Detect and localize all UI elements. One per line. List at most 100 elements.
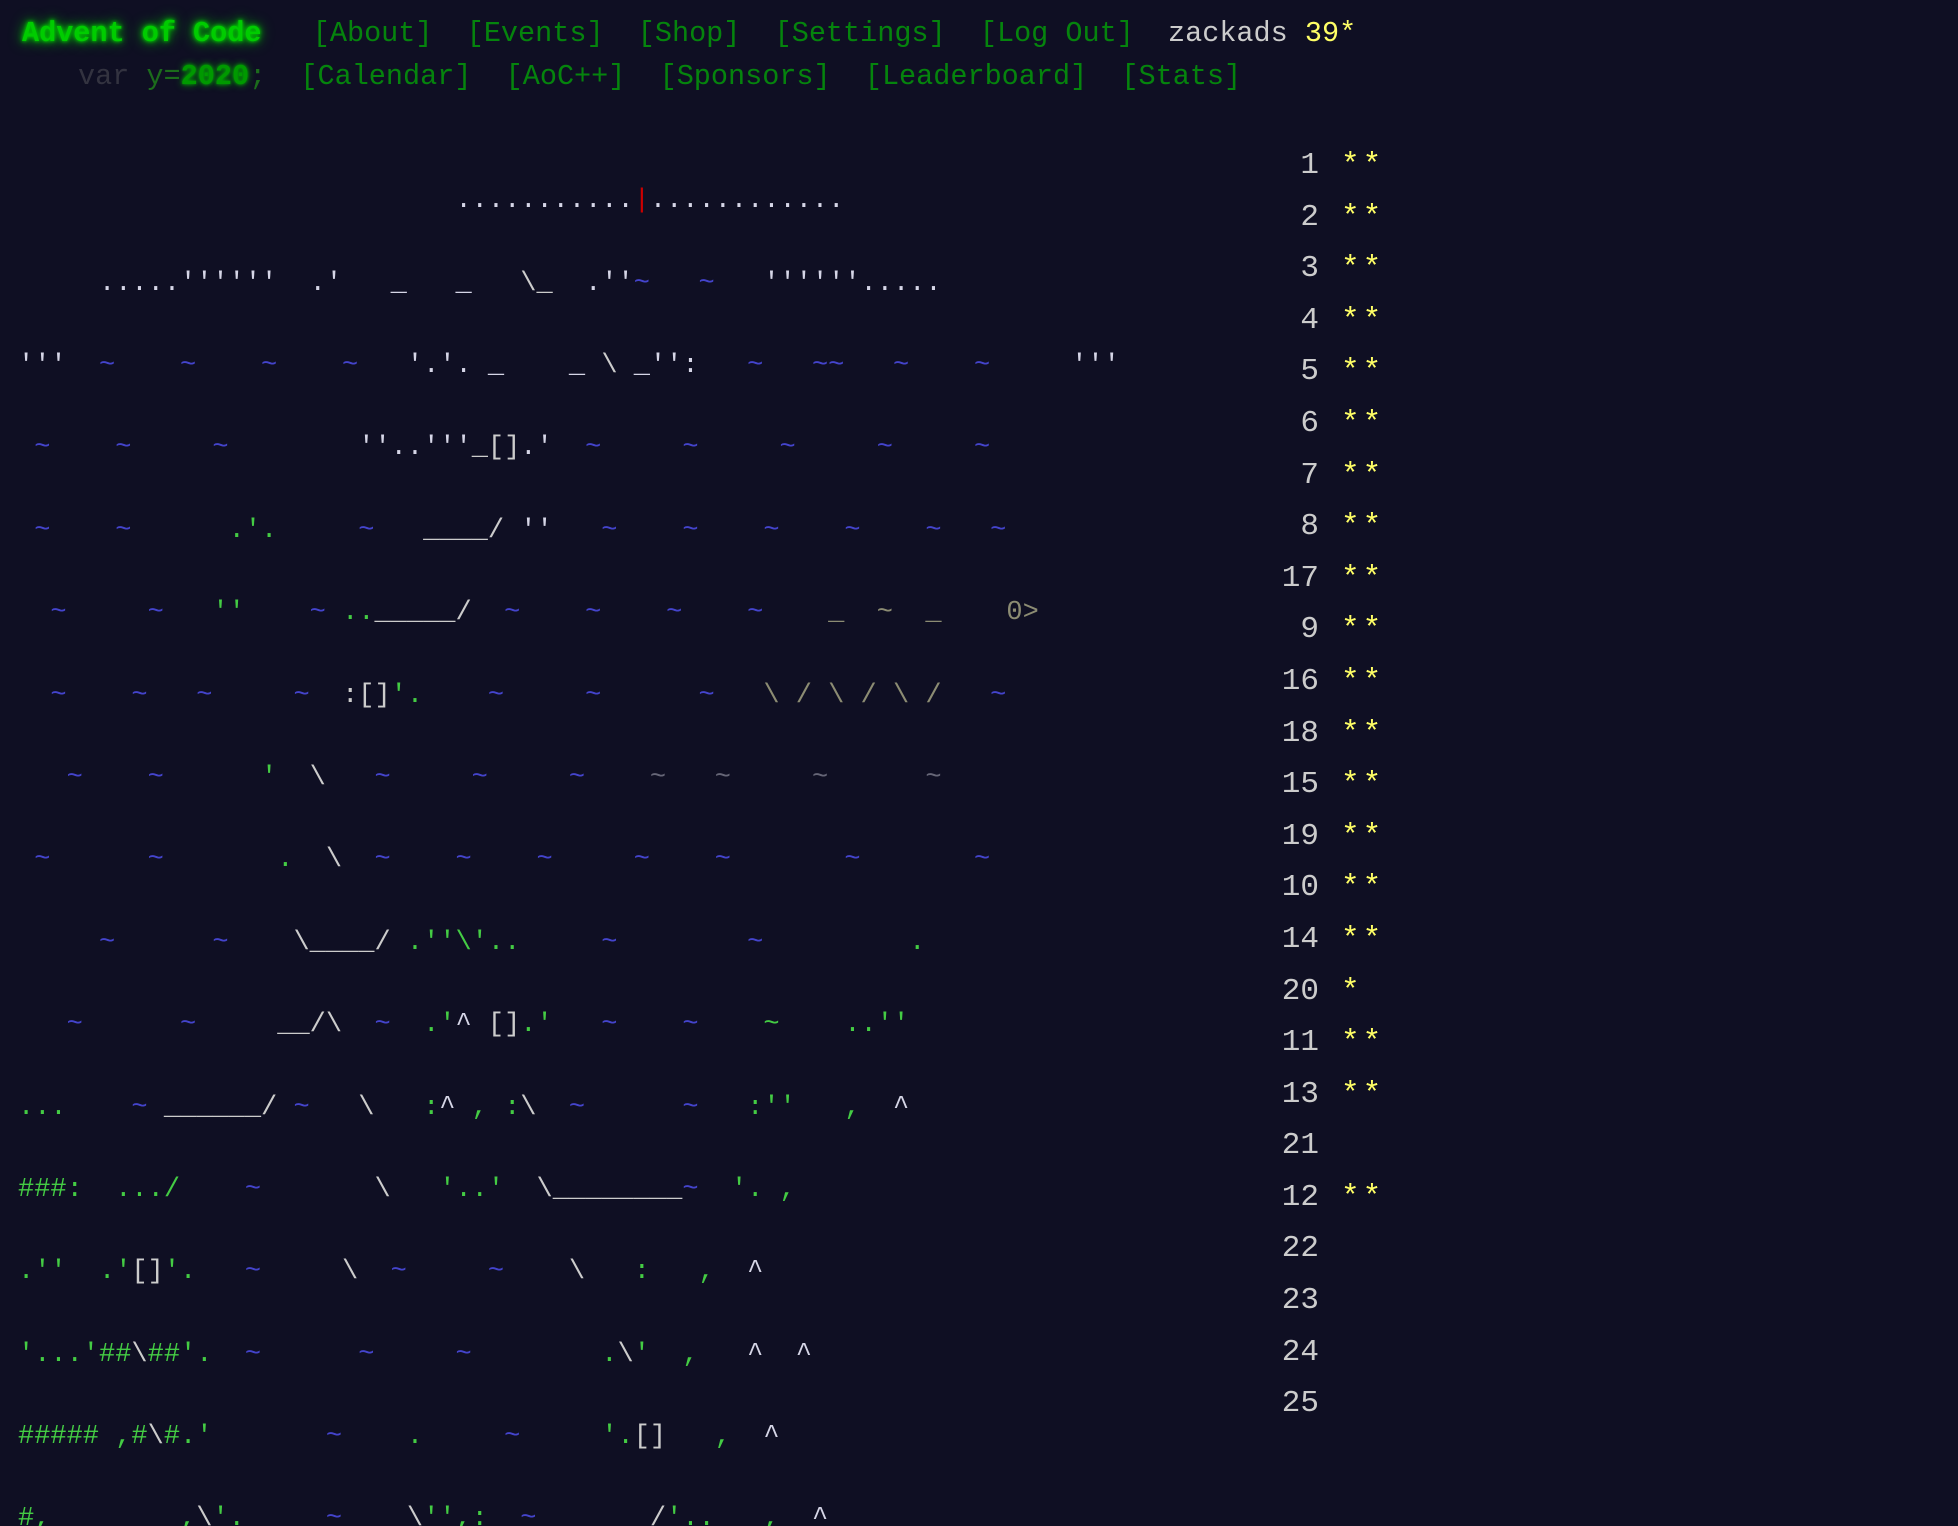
calendar-day-10[interactable]: 10 ** bbox=[1255, 862, 1655, 914]
day-number: 17 bbox=[1281, 560, 1319, 596]
semicolon: ; bbox=[249, 60, 267, 93]
day-number: 11 bbox=[1281, 1025, 1319, 1061]
nav-events[interactable]: [Events] bbox=[467, 12, 604, 55]
calendar-day-4[interactable]: 4 ** bbox=[1255, 295, 1655, 347]
day-stars: ** bbox=[1341, 405, 1385, 441]
art-row: ... ~ ______/ ~ \ :^ , :\ ~ ~ :'' , ^ bbox=[18, 1092, 910, 1123]
day-stars bbox=[1319, 1386, 1341, 1421]
art-row: ~ ~ .'. ~ ____/ '' ~ ~ ~ ~ ~ ~ bbox=[18, 515, 1007, 546]
day-number: 25 bbox=[1281, 1386, 1319, 1422]
art-row: .'' .'[]'. ~ \ ~ ~ \ : , ^ bbox=[18, 1257, 764, 1288]
nav-about[interactable]: [About] bbox=[313, 12, 433, 55]
day-number: 21 bbox=[1281, 1128, 1319, 1164]
calendar-day-20[interactable]: 20 * bbox=[1255, 966, 1655, 1018]
day-number: 2 bbox=[1300, 199, 1319, 235]
user-name: zackads bbox=[1168, 17, 1288, 50]
day-stars: ** bbox=[1341, 199, 1385, 235]
nav-settings[interactable]: [Settings] bbox=[775, 12, 946, 55]
year-variable: y= bbox=[146, 60, 181, 93]
day-stars: * bbox=[1341, 973, 1363, 1009]
calendar-day-23[interactable]: 23 bbox=[1255, 1275, 1655, 1327]
art-row: ###: .../ ~ \ '..' \________~ '. , bbox=[18, 1174, 796, 1205]
day-stars: ** bbox=[1341, 663, 1385, 699]
day-stars: ** bbox=[1341, 302, 1385, 338]
nav-sponsors[interactable]: [Sponsors] bbox=[660, 55, 831, 98]
day-stars: ** bbox=[1341, 715, 1385, 751]
day-stars: ** bbox=[1341, 251, 1385, 287]
nav-aocpp[interactable]: [AoC++] bbox=[506, 55, 626, 98]
art-row: ~ ~ ' \ ~ ~ ~ ~ ~ ~ ~ bbox=[18, 762, 942, 793]
day-number: 23 bbox=[1281, 1283, 1319, 1319]
calendar-day-5[interactable]: 5 ** bbox=[1255, 346, 1655, 398]
art-row: ##### ,#\#.' ~ . ~ '.[] , ^ bbox=[18, 1422, 780, 1453]
day-number: 7 bbox=[1300, 457, 1319, 493]
day-number: 19 bbox=[1281, 818, 1319, 854]
day-stars: ** bbox=[1341, 921, 1385, 957]
day-stars bbox=[1319, 1128, 1341, 1163]
art-row: .....'''''' .' _ _ \_ .''~ ~ ''''''..... bbox=[18, 268, 942, 299]
day-number: 10 bbox=[1281, 870, 1319, 906]
site-logo[interactable]: Advent of Code bbox=[0, 12, 261, 55]
calendar-day-12[interactable]: 12 ** bbox=[1255, 1172, 1655, 1224]
art-row: ''' ~ ~ ~ ~ '.'. _ _ \ _'': ~ ~~ ~ ~ ''' bbox=[18, 350, 1120, 381]
day-number: 15 bbox=[1281, 767, 1319, 803]
calendar-day-14[interactable]: 14 ** bbox=[1255, 914, 1655, 966]
nav-shop[interactable]: [Shop] bbox=[638, 12, 741, 55]
day-stars: ** bbox=[1341, 148, 1385, 183]
day-stars bbox=[1319, 1283, 1341, 1318]
star-icon: * bbox=[1339, 17, 1357, 50]
header-row-primary: Advent of Code [About] [Events] [Shop] [… bbox=[0, 0, 1958, 55]
calendar-day-16[interactable]: 16 ** bbox=[1255, 656, 1655, 708]
calendar-day-7[interactable]: 7 ** bbox=[1255, 450, 1655, 502]
day-number: 14 bbox=[1281, 921, 1319, 957]
calendar-day-2[interactable]: 2 ** bbox=[1255, 192, 1655, 244]
user-star-count: 39 bbox=[1304, 17, 1340, 50]
calendar-day-8[interactable]: 8 ** bbox=[1255, 501, 1655, 553]
day-number: 18 bbox=[1281, 715, 1319, 751]
calendar-day-15[interactable]: 15 ** bbox=[1255, 759, 1655, 811]
day-stars bbox=[1319, 1231, 1341, 1266]
calendar-day-13[interactable]: 13 ** bbox=[1255, 1069, 1655, 1121]
day-stars: ** bbox=[1341, 1179, 1385, 1215]
calendar-day-19[interactable]: 19 ** bbox=[1255, 811, 1655, 863]
calendar-day-18[interactable]: 18 ** bbox=[1255, 708, 1655, 760]
day-number: 24 bbox=[1281, 1334, 1319, 1370]
day-stars: ** bbox=[1341, 354, 1385, 390]
calendar-day-17[interactable]: 17 ** bbox=[1255, 553, 1655, 605]
day-number: 1 bbox=[1300, 148, 1319, 183]
calendar-day-21[interactable]: 21 bbox=[1255, 1120, 1655, 1172]
day-stars bbox=[1319, 1335, 1341, 1370]
day-stars: ** bbox=[1341, 509, 1385, 545]
calendar-day-3[interactable]: 3 ** bbox=[1255, 243, 1655, 295]
calendar-day-11[interactable]: 11 ** bbox=[1255, 1017, 1655, 1069]
day-number: 4 bbox=[1300, 302, 1319, 338]
day-number: 13 bbox=[1281, 1076, 1319, 1112]
user-info: zackads 39* bbox=[1168, 12, 1356, 55]
day-stars: ** bbox=[1341, 560, 1385, 596]
nav-stats[interactable]: [Stats] bbox=[1121, 55, 1241, 98]
art-row: ~ ~ '' ~ .._____/ ~ ~ ~ ~ _ ~ _ 0> bbox=[18, 598, 1039, 629]
calendar-day-25[interactable]: 25 bbox=[1255, 1378, 1655, 1430]
art-row: '...'##\##'. ~ ~ ~ .\' , ^ ^ bbox=[18, 1339, 812, 1370]
art-row: ~ ~ ~ ~ :[]'. ~ ~ ~ \ / \ / \ / ~ bbox=[18, 680, 1007, 711]
calendar-day-22[interactable]: 22 bbox=[1255, 1223, 1655, 1275]
calendar-day-9[interactable]: 9 ** bbox=[1255, 604, 1655, 656]
day-stars: ** bbox=[1341, 767, 1385, 803]
calendar-day-1[interactable]: 1 ** bbox=[1255, 140, 1655, 192]
art-row: ...........|............ bbox=[18, 186, 845, 217]
day-stars: ** bbox=[1341, 1076, 1385, 1112]
day-number: 9 bbox=[1300, 612, 1319, 648]
calendar-day-6[interactable]: 6 ** bbox=[1255, 398, 1655, 450]
day-number: 12 bbox=[1281, 1179, 1319, 1215]
nav-leaderboard[interactable]: [Leaderboard] bbox=[865, 55, 1087, 98]
year-value: 2020 bbox=[180, 60, 250, 93]
nav-calendar[interactable]: [Calendar] bbox=[300, 55, 471, 98]
art-row: ~ ~ ~ ''..'''_[].' ~ ~ ~ ~ ~ bbox=[18, 433, 991, 464]
day-number: 5 bbox=[1300, 354, 1319, 390]
day-list: 1 ** 2 ** 3 ** 4 ** 5 ** 6 ** 7 ** 8 ** 17 ** 9 ** 16 ** 18 ** 1… bbox=[1255, 140, 1655, 1430]
nav-log-out[interactable]: [Log Out] bbox=[980, 12, 1134, 55]
day-stars: ** bbox=[1341, 870, 1385, 906]
day-number: 22 bbox=[1281, 1231, 1319, 1267]
day-stars: ** bbox=[1341, 612, 1385, 648]
calendar-day-24[interactable]: 24 bbox=[1255, 1327, 1655, 1379]
